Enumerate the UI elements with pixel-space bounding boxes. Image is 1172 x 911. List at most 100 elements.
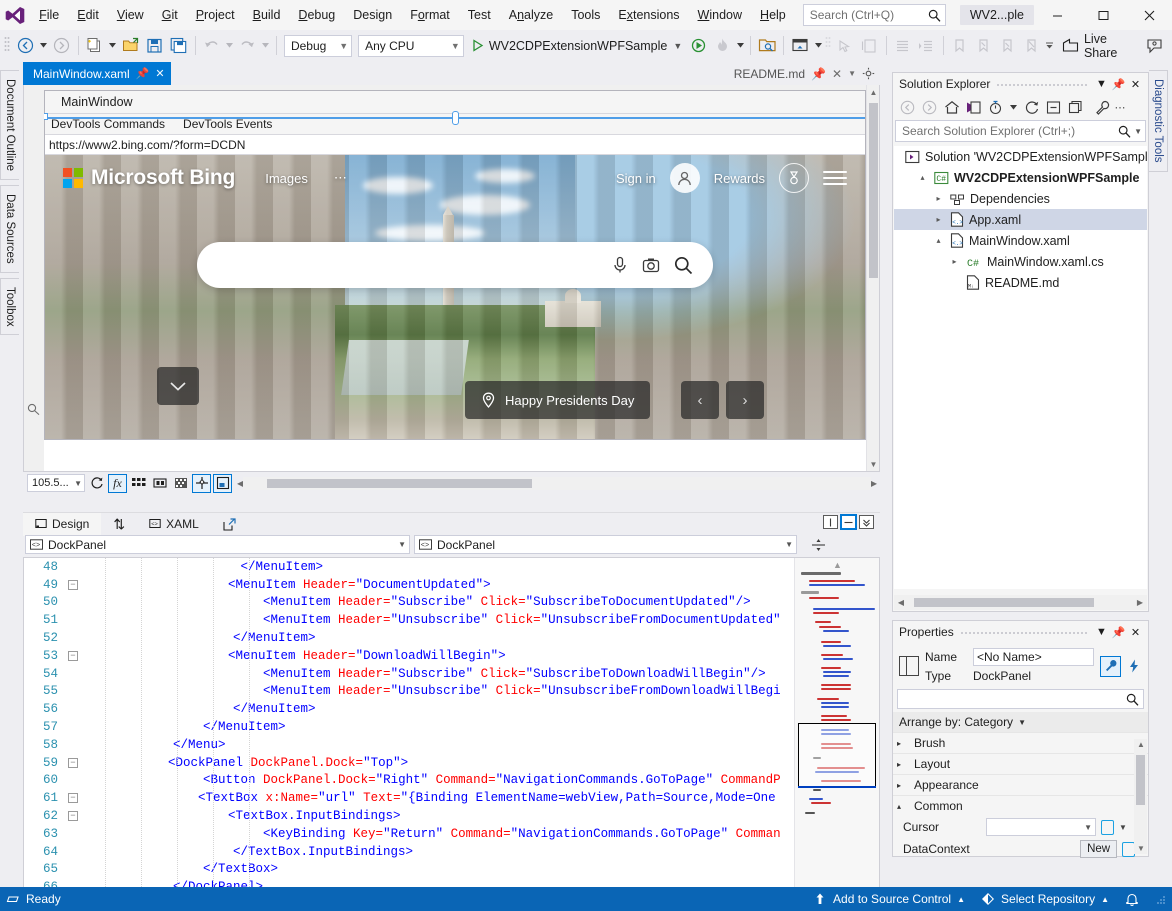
fold-toggle-icon[interactable]: − <box>68 580 78 590</box>
bing-search-box[interactable] <box>197 242 713 288</box>
gear-icon[interactable] <box>862 67 875 80</box>
bell-icon[interactable] <box>1125 892 1139 907</box>
code-line[interactable]: 62− <TextBox.InputBindings> <box>24 807 794 825</box>
xaml-hot-reload-icon[interactable] <box>788 34 812 58</box>
bing-prev-image-button[interactable]: ‹ <box>681 381 719 419</box>
panel-menu-icon[interactable]: ▼ <box>1093 75 1110 93</box>
undo-dropdown[interactable] <box>224 34 236 58</box>
swap-panes-button[interactable]: ⇅ <box>101 513 137 536</box>
menu-project[interactable]: Project <box>187 0 244 30</box>
toolbar-grip[interactable] <box>4 36 13 56</box>
property-category[interactable]: ▸Brush <box>893 732 1148 753</box>
menu-git[interactable]: Git <box>153 0 187 30</box>
scroll-right-icon[interactable]: ▶ <box>871 479 877 488</box>
menu-edit[interactable]: Edit <box>68 0 108 30</box>
designer-vertical-scrollbar[interactable]: ▲ ▼ <box>866 85 879 471</box>
grid-icon[interactable] <box>129 474 148 493</box>
code-line[interactable]: 65 </TextBox> <box>24 861 794 879</box>
properties-vertical-scrollbar[interactable]: ▲ ▼ <box>1134 739 1147 854</box>
new-project-icon[interactable] <box>83 34 107 58</box>
pin-panel-icon[interactable]: 📌 <box>1110 623 1127 641</box>
properties-name-input[interactable]: <No Name> <box>973 648 1094 666</box>
refresh-icon[interactable] <box>87 474 106 493</box>
start-debug-button[interactable]: WV2CDPExtensionWPFSample ▼ <box>467 34 686 58</box>
property-category[interactable]: ▴Common <box>893 795 1148 816</box>
bing-logo[interactable]: Microsoft Bing <box>63 166 235 190</box>
toolbar-grip-2[interactable] <box>825 36 834 56</box>
property-new-button[interactable]: New <box>1080 840 1117 858</box>
design-canvas[interactable]: MainWindow DevTools Commands DevTools Ev… <box>44 90 866 471</box>
document-tab-mainwindow-xaml[interactable]: MainWindow.xaml 📌 ✕ <box>23 62 171 85</box>
split-vertical-button[interactable] <box>823 515 838 529</box>
fold-toggle-icon[interactable]: − <box>68 793 78 803</box>
code-line[interactable]: 57 </MenuItem> <box>24 718 794 736</box>
menu-design[interactable]: Design <box>344 0 401 30</box>
undo-icon[interactable] <box>200 34 224 58</box>
property-value-cursor[interactable]: ▼ <box>986 818 1096 836</box>
properties-arrange-by[interactable]: Arrange by: Category ▼ <box>893 712 1148 732</box>
close-tab-icon[interactable]: ✕ <box>155 67 164 80</box>
forward-arrow-icon[interactable] <box>919 97 940 118</box>
code-line[interactable]: 52 </MenuItem> <box>24 629 794 647</box>
designed-menu-devtools-commands[interactable]: DevTools Commands <box>51 117 165 131</box>
designed-url-textbox[interactable]: https://www2.bing.com/?form=DCDN <box>45 134 865 155</box>
split-horizontal-button[interactable] <box>841 515 856 529</box>
panel-drag-dots[interactable] <box>996 82 1087 86</box>
scroll-down-icon[interactable]: ▼ <box>1137 844 1145 853</box>
menu-format[interactable]: Format <box>401 0 459 30</box>
pin-tab-icon[interactable]: 📌 <box>811 67 826 81</box>
minimap-scroll-up-icon[interactable]: ▲ <box>795 559 880 571</box>
selection-handle-topleft[interactable] <box>44 113 48 120</box>
increase-indent-icon[interactable] <box>915 34 939 58</box>
chevron-down-icon[interactable]: ▼ <box>1131 127 1142 136</box>
expander-icon[interactable]: ▸ <box>932 194 945 203</box>
menu-tools[interactable]: Tools <box>562 0 609 30</box>
close-panel-icon[interactable]: ✕ <box>1127 623 1144 641</box>
code-line[interactable]: 59− <DockPanel DockPanel.Dock="Top"> <box>24 754 794 772</box>
save-all-icon[interactable] <box>167 34 191 58</box>
hot-reload-icon[interactable] <box>710 34 734 58</box>
code-line[interactable]: 53− <MenuItem Header="DownloadWillBegin"… <box>24 647 794 665</box>
menu-extensions[interactable]: Extensions <box>609 0 688 30</box>
tab-xaml[interactable]: <> XAML <box>137 513 211 536</box>
code-line[interactable]: 55 <MenuItem Header="Unsubscribe" Click=… <box>24 683 794 701</box>
fold-toggle-icon[interactable]: − <box>68 811 78 821</box>
panel-drag-dots[interactable] <box>960 630 1087 634</box>
collapse-all-icon[interactable] <box>1043 97 1064 118</box>
bing-menu-icon[interactable] <box>823 171 847 185</box>
display-in-browser-icon[interactable] <box>858 34 882 58</box>
scroll-left-icon[interactable]: ◀ <box>894 598 908 607</box>
artboard-alignment-icon[interactable] <box>192 474 211 493</box>
designer-hscroll-thumb[interactable] <box>267 479 532 488</box>
new-project-dropdown[interactable] <box>107 34 119 58</box>
bing-hero-banner[interactable]: Happy Presidents Day <box>465 381 650 419</box>
menu-debug[interactable]: Debug <box>289 0 344 30</box>
menu-help[interactable]: Help <box>751 0 795 30</box>
fold-toggle-icon[interactable]: − <box>68 651 78 661</box>
resize-grip[interactable] <box>1155 894 1166 905</box>
properties-wrench-icon[interactable] <box>1092 97 1113 118</box>
tree-node[interactable]: ▸C#MainWindow.xaml.cs <box>894 251 1147 272</box>
redo-dropdown[interactable] <box>260 34 272 58</box>
start-without-debugging-icon[interactable] <box>686 34 710 58</box>
platform-combo[interactable]: Any CPU ▼ <box>358 35 464 57</box>
disable-project-code-icon[interactable]: fx <box>108 474 127 493</box>
designer-horizontal-scrollbar[interactable]: ◀ ▶ <box>237 477 877 490</box>
scroll-up-icon[interactable]: ▲ <box>1137 740 1145 749</box>
code-line[interactable]: 58 </Menu> <box>24 736 794 754</box>
chevron-down-icon[interactable]: ▼ <box>1119 823 1127 832</box>
toggle-bookmark-icon[interactable] <box>948 34 972 58</box>
collapse-pane-button[interactable] <box>859 515 874 529</box>
xaml-code-editor[interactable]: 48 </MenuItem>49− <MenuItem Header="Docu… <box>23 557 880 902</box>
menu-view[interactable]: View <box>108 0 153 30</box>
minimize-button[interactable] <box>1034 0 1080 30</box>
property-category[interactable]: ▸Layout <box>893 753 1148 774</box>
bing-nav-images[interactable]: Images <box>265 171 308 186</box>
code-line[interactable]: 50 <MenuItem Header="Subscribe" Click="S… <box>24 594 794 612</box>
scroll-right-icon[interactable]: ▶ <box>1133 598 1147 607</box>
code-line[interactable]: 61− <TextBox x:Name="url" Text="{Binding… <box>24 789 794 807</box>
microphone-icon[interactable] <box>612 256 628 274</box>
add-to-source-control-button[interactable]: Add to Source Control ▲ <box>813 892 965 906</box>
property-category[interactable]: ▸Appearance <box>893 774 1148 795</box>
tool-tab-document-outline[interactable]: Document Outline <box>0 70 19 180</box>
